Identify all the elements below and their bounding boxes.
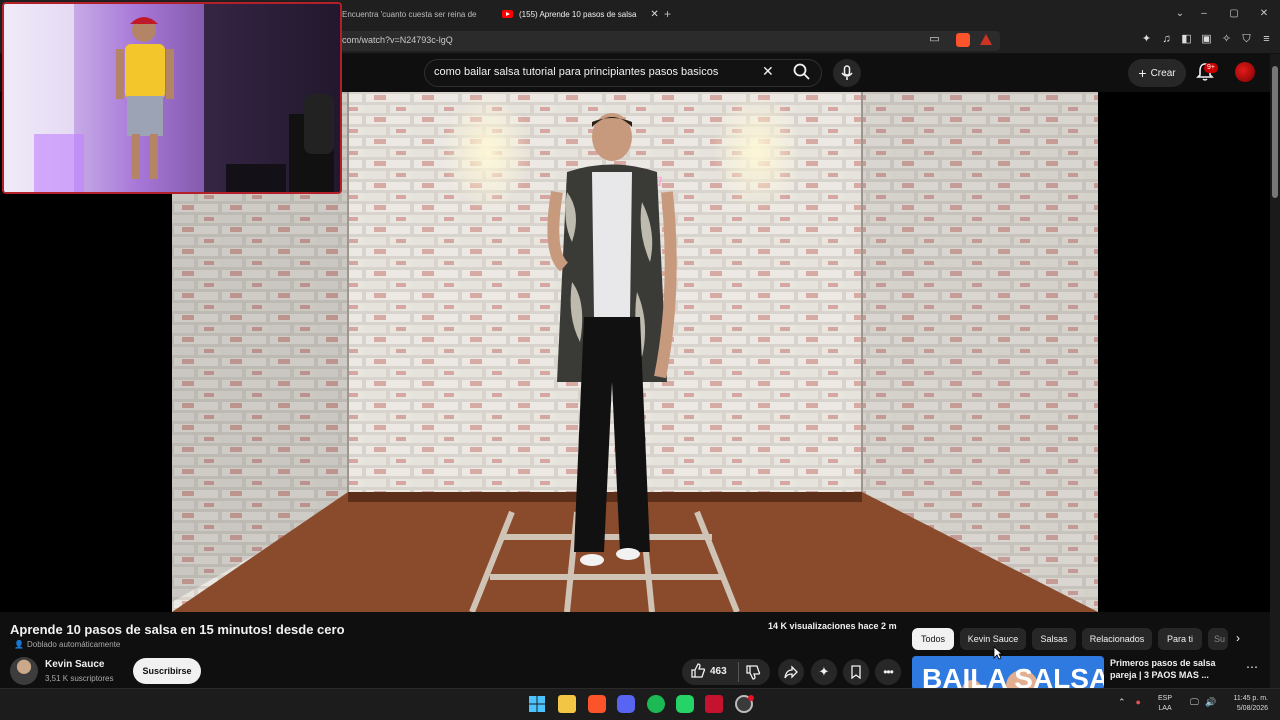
- close-tab-icon[interactable]: ✕: [650, 9, 658, 20]
- clear-search-icon[interactable]: ✕: [762, 63, 774, 80]
- thumbnail-text: BAILA SALSA: [922, 663, 1104, 690]
- language-code: ESP: [1158, 695, 1173, 702]
- save-button[interactable]: [843, 659, 869, 685]
- like-divider: [738, 662, 739, 682]
- url-text[interactable]: com/watch?v=N24793c-lgQ: [342, 35, 453, 45]
- recording-indicator: [748, 695, 754, 701]
- tab-youtube-video[interactable]: (155) Aprende 10 pasos de salsa ✕: [502, 4, 659, 24]
- windows-taskbar: [0, 688, 1280, 720]
- brave-rewards-icon[interactable]: [980, 34, 992, 45]
- create-label: Crear: [1150, 67, 1176, 79]
- scrollbar-thumb[interactable]: [1272, 66, 1278, 198]
- more-vertical-icon[interactable]: ⋯: [1246, 660, 1258, 674]
- more-horizontal-icon: •••: [883, 665, 894, 679]
- chip-todos[interactable]: Todos: [912, 628, 954, 650]
- channel-subscribers: 3,51 K suscriptores: [45, 674, 114, 683]
- dubbed-label: Doblado automáticamente: [26, 640, 121, 649]
- sparkle-icon: ✦: [818, 664, 830, 679]
- youtube-favicon-icon: [502, 10, 513, 18]
- create-button[interactable]: + Crear: [1128, 59, 1186, 87]
- news-app-icon[interactable]: [705, 695, 723, 713]
- subscribe-button[interactable]: Suscribirse: [133, 658, 201, 684]
- new-tab-button[interactable]: +: [664, 4, 671, 24]
- share-icon: [784, 665, 798, 679]
- mouse-cursor-icon: [993, 646, 1004, 665]
- thumbnail-image: BAILA SALSA: [912, 656, 1104, 690]
- close-window-button[interactable]: ✕: [1256, 6, 1272, 22]
- webcam-overlay[interactable]: [2, 2, 342, 194]
- video-title: Aprende 10 pasos de salsa en 15 minutos!…: [10, 622, 345, 637]
- chip-overflow[interactable]: Su: [1208, 628, 1228, 650]
- gamepad-app-icon[interactable]: [617, 695, 635, 713]
- more-actions-button[interactable]: •••: [875, 659, 901, 685]
- like-count[interactable]: 463: [710, 666, 727, 677]
- menu-icon[interactable]: ≡: [1260, 33, 1273, 46]
- chip-para-ti[interactable]: Para ti: [1158, 628, 1202, 650]
- dubbed-label-row: 👤 Doblado automáticamente: [14, 640, 120, 649]
- view-count: 14 K visualizaciones hace 2 m: [768, 621, 897, 631]
- windows-start-icon[interactable]: [529, 696, 545, 717]
- network-icon[interactable]: 🖵: [1190, 697, 1199, 708]
- like-icon[interactable]: [690, 663, 706, 684]
- file-explorer-icon[interactable]: [558, 695, 576, 713]
- clock-date: 5/08/2026: [1236, 705, 1268, 712]
- microphone-tray-icon[interactable]: ●: [1136, 697, 1141, 708]
- search-icon[interactable]: [792, 62, 812, 87]
- chip-relacionados[interactable]: Relacionados: [1082, 628, 1152, 650]
- system-tray: ⌃ ●: [1118, 697, 1141, 708]
- channel-avatar[interactable]: [10, 657, 38, 685]
- clock[interactable]: 11:45 p. m. 5/08/2026: [1222, 694, 1268, 714]
- recommendation-thumbnail[interactable]: BAILA SALSA: [912, 656, 1104, 690]
- whatsapp-icon[interactable]: [676, 695, 694, 713]
- notifications-badge: 9+: [1204, 63, 1218, 73]
- tab-label: Encuentra 'cuanto cuesta ser reina de: [342, 9, 477, 19]
- brave-browser-icon[interactable]: [588, 695, 606, 713]
- webcam-image: [4, 4, 340, 192]
- chevron-up-icon[interactable]: ⌃: [1118, 697, 1126, 708]
- tab-search-dropdown-icon[interactable]: ⌄: [1172, 6, 1188, 22]
- volume-icon[interactable]: 🔊: [1205, 697, 1216, 708]
- tab-encuentra[interactable]: Encuentra 'cuanto cuesta ser reina de: [342, 4, 477, 24]
- clock-time: 11:45 p. m.: [1233, 695, 1268, 702]
- account-avatar[interactable]: [1235, 62, 1255, 82]
- dislike-icon[interactable]: [745, 664, 761, 685]
- chevron-right-icon[interactable]: ›: [1236, 631, 1240, 645]
- leo-ai-icon[interactable]: ✧: [1220, 33, 1233, 46]
- spotify-icon[interactable]: [647, 695, 665, 713]
- sidebar-icon[interactable]: ◧: [1180, 33, 1193, 46]
- keyboard-layout: LAA: [1158, 705, 1172, 712]
- cast-icon[interactable]: ▭: [928, 33, 941, 46]
- dubbing-icon: 👤: [14, 640, 24, 649]
- language-indicator[interactable]: ESP LAA: [1158, 694, 1172, 714]
- wallet-icon[interactable]: ▣: [1200, 33, 1213, 46]
- recommendation-title[interactable]: Primeros pasos de salsa pareja | 3 PAOS …: [1110, 657, 1240, 681]
- minimize-button[interactable]: –: [1196, 6, 1212, 22]
- channel-name[interactable]: Kevin Sauce: [45, 659, 104, 670]
- media-icon[interactable]: ♫: [1160, 33, 1173, 46]
- maximize-button[interactable]: ▢: [1226, 6, 1242, 22]
- search-input[interactable]: como bailar salsa tutorial para principi…: [434, 66, 718, 78]
- ask-ai-button[interactable]: ✦: [811, 659, 837, 685]
- chip-salsas[interactable]: Salsas: [1032, 628, 1076, 650]
- tab-label: (155) Aprende 10 pasos de salsa: [519, 9, 637, 19]
- bookmark-icon: [851, 665, 861, 679]
- share-button[interactable]: [778, 659, 804, 685]
- voice-search-button[interactable]: [833, 59, 861, 87]
- microphone-icon: [841, 65, 853, 80]
- plus-icon: +: [1138, 65, 1147, 81]
- vpn-icon[interactable]: ⛉: [1240, 33, 1253, 46]
- brave-shields-icon[interactable]: [956, 33, 970, 47]
- extensions-icon[interactable]: ✦: [1140, 33, 1153, 46]
